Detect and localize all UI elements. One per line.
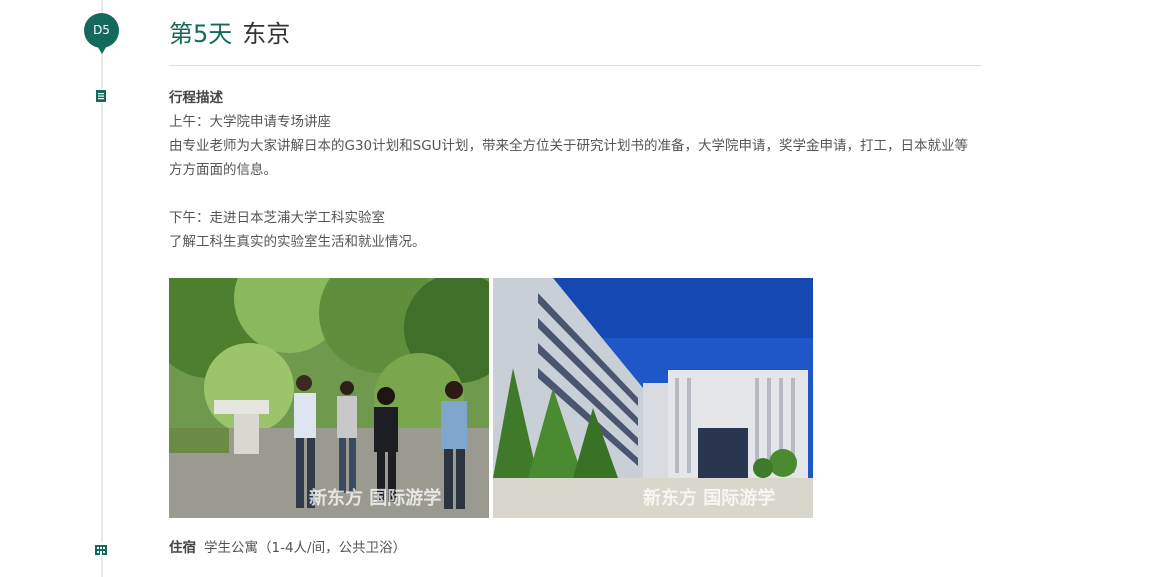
day-badge: D5 bbox=[84, 13, 119, 54]
day-number: 第5天 bbox=[169, 20, 233, 48]
lodging-label: 住宿 bbox=[169, 540, 196, 556]
description-heading: 行程描述 bbox=[169, 90, 223, 106]
morning-title: 上午：大学院申请专场讲座 bbox=[169, 114, 331, 130]
itinerary-day-section: D5 第5天 东京 行程描述 上午：大学院申请专场讲座 由专业老师为大家讲解日本的… bbox=[0, 0, 1173, 577]
photo-students-campus: 新东方 国际游学 bbox=[169, 278, 489, 518]
title-divider bbox=[169, 65, 981, 66]
document-icon bbox=[94, 89, 108, 103]
morning-text: 由专业老师为大家讲解日本的G30计划和SGU计划，带来全方位关于研究计划书的准备… bbox=[169, 138, 969, 178]
lodging-info: 住宿 学生公寓（1-4人/间，公共卫浴） bbox=[169, 537, 406, 559]
building-icon bbox=[94, 542, 108, 556]
itinerary-description: 行程描述 上午：大学院申请专场讲座 由专业老师为大家讲解日本的G30计划和SGU… bbox=[169, 86, 979, 254]
timeline-line bbox=[101, 0, 103, 577]
day-title: 第5天 东京 bbox=[169, 18, 290, 50]
lodging-value: 学生公寓（1-4人/间，公共卫浴） bbox=[204, 540, 407, 556]
photo-university-buildings: 新东方 国际游学 bbox=[493, 278, 813, 518]
photo2-watermark: 新东方 国际游学 bbox=[643, 487, 775, 509]
afternoon-text: 了解工科生真实的实验室生活和就业情况。 bbox=[169, 234, 426, 250]
afternoon-title: 下午：走进日本芝浦大学工科实验室 bbox=[169, 210, 385, 226]
photo1-watermark: 新东方 国际游学 bbox=[309, 487, 441, 509]
day-city: 东京 bbox=[242, 20, 291, 48]
